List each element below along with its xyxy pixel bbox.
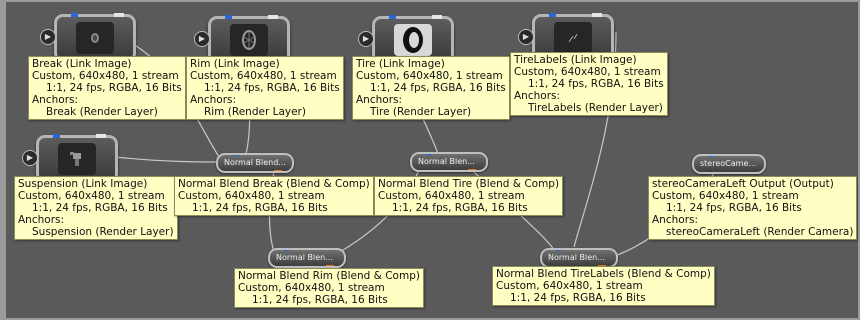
- play-icon[interactable]: ▶: [358, 31, 374, 47]
- play-icon[interactable]: ▶: [194, 31, 210, 47]
- label-anchors: Anchors:: [18, 214, 65, 226]
- label-title: Normal Blend Tire (Blend & Comp): [378, 178, 560, 190]
- label-anchors: Anchors:: [32, 94, 79, 106]
- label-title: Normal Blend Rim (Blend & Comp): [238, 270, 420, 282]
- node-handle[interactable]: [96, 134, 106, 138]
- label-line: Custom, 640x480, 1 stream: [652, 190, 799, 202]
- label-line: 1:1, 24 fps, RGBA, 16 Bits: [204, 82, 340, 94]
- label-line: Custom, 640x480, 1 stream: [32, 70, 179, 82]
- label-line: 1:1, 24 fps, RGBA, 16 Bits: [370, 82, 506, 94]
- output-port[interactable]: [468, 169, 476, 170]
- tirelabels-info-label: TireLabels (Link Image) Custom, 640x480,…: [510, 52, 668, 116]
- suspension-thumbnail-icon: [58, 143, 96, 175]
- rim-thumbnail-icon: [230, 24, 268, 56]
- label-line: 1:1, 24 fps, RGBA, 16 Bits: [46, 82, 182, 94]
- output-port[interactable]: [274, 170, 282, 171]
- label-title: Break (Link Image): [32, 58, 132, 70]
- blend-tirelabels-node[interactable]: Normal Blen...: [540, 248, 618, 268]
- blend-break-node[interactable]: Normal Blend...: [216, 153, 294, 173]
- blend-tire-node[interactable]: Normal Blen...: [410, 152, 488, 172]
- label-anchor: stereoCameraLeft (Render Camera): [666, 226, 854, 238]
- label-anchors: Anchors:: [514, 90, 561, 102]
- break-info-label: Break (Link Image) Custom, 640x480, 1 st…: [28, 56, 186, 120]
- input-port[interactable]: [284, 250, 290, 251]
- node-handle[interactable]: [114, 13, 124, 17]
- blend-tirelabels-pill-label: Normal Blen...: [548, 253, 605, 262]
- label-line: 1:1, 24 fps, RGBA, 16 Bits: [528, 78, 664, 90]
- play-icon[interactable]: ▶: [40, 29, 56, 45]
- label-line: Custom, 640x480, 1 stream: [378, 190, 525, 202]
- node-handle[interactable]: [432, 15, 442, 19]
- output-port[interactable]: [389, 15, 396, 19]
- output-port[interactable]: [71, 13, 78, 17]
- label-line: 1:1, 24 fps, RGBA, 16 Bits: [392, 202, 528, 214]
- blend-tire-pill-label: Normal Blen...: [418, 157, 475, 166]
- label-anchor: Rim (Render Layer): [204, 106, 306, 118]
- play-icon[interactable]: ▶: [518, 29, 534, 45]
- node-graph-canvas[interactable]: ▶ ▶ ▶ ▶ ▶ Normal Blend... Normal Blen...…: [6, 2, 858, 318]
- output-node[interactable]: stereoCame...: [692, 154, 766, 174]
- label-title: Tire (Link Image): [356, 58, 445, 70]
- label-line: Custom, 640x480, 1 stream: [238, 282, 385, 294]
- blend-tirelabels-info-label: Normal Blend TireLabels (Blend & Comp) C…: [492, 266, 715, 306]
- input-port[interactable]: [232, 155, 238, 156]
- label-title: Rim (Link Image): [190, 58, 280, 70]
- label-line: 1:1, 24 fps, RGBA, 16 Bits: [666, 202, 802, 214]
- output-port[interactable]: [549, 13, 556, 17]
- blend-rim-info-label: Normal Blend Rim (Blend & Comp) Custom, …: [234, 268, 424, 308]
- label-title: Normal Blend Break (Blend & Comp): [178, 178, 370, 190]
- node-handle[interactable]: [268, 15, 278, 19]
- node-handle[interactable]: [592, 13, 602, 17]
- label-line: 1:1, 24 fps, RGBA, 16 Bits: [192, 202, 328, 214]
- play-icon[interactable]: ▶: [22, 150, 38, 166]
- input-port[interactable]: [556, 250, 562, 251]
- output-port[interactable]: [225, 15, 232, 19]
- input-port[interactable]: [426, 154, 432, 155]
- rim-info-label: Rim (Link Image) Custom, 640x480, 1 stre…: [186, 56, 344, 120]
- label-anchor: Tire (Render Layer): [370, 106, 472, 118]
- blend-tire-info-label: Normal Blend Tire (Blend & Comp) Custom,…: [374, 176, 564, 216]
- tire-thumbnail-icon: [394, 24, 432, 56]
- brake-thumbnail-icon: [76, 22, 114, 54]
- output-pill-label: stereoCame...: [700, 159, 756, 168]
- label-anchor: Suspension (Render Layer): [32, 226, 174, 238]
- label-anchor: TireLabels (Render Layer): [528, 102, 663, 114]
- label-line: Custom, 640x480, 1 stream: [18, 190, 165, 202]
- blend-rim-node[interactable]: Normal Blen...: [268, 248, 346, 268]
- label-title: TireLabels (Link Image): [514, 54, 637, 66]
- label-line: 1:1, 24 fps, RGBA, 16 Bits: [510, 292, 646, 304]
- label-line: 1:1, 24 fps, RGBA, 16 Bits: [32, 202, 168, 214]
- label-line: Custom, 640x480, 1 stream: [356, 70, 503, 82]
- wire-suspension-to-blend: [113, 156, 221, 163]
- label-title: Normal Blend TireLabels (Blend & Comp): [496, 268, 711, 280]
- output-info-label: stereoCameraLeft Output (Output) Custom,…: [648, 176, 858, 240]
- input-port[interactable]: [708, 156, 714, 157]
- label-title: Suspension (Link Image): [18, 178, 148, 190]
- label-line: Custom, 640x480, 1 stream: [514, 66, 661, 78]
- label-line: Custom, 640x480, 1 stream: [190, 70, 337, 82]
- label-line: Custom, 640x480, 1 stream: [496, 280, 643, 292]
- tire-info-label: Tire (Link Image) Custom, 640x480, 1 str…: [352, 56, 510, 120]
- blend-break-info-label: Normal Blend Break (Blend & Comp) Custom…: [174, 176, 374, 216]
- label-line: 1:1, 24 fps, RGBA, 16 Bits: [252, 294, 388, 306]
- label-anchors: Anchors:: [190, 94, 237, 106]
- label-line: Custom, 640x480, 1 stream: [178, 190, 325, 202]
- break-image-node[interactable]: ▶: [40, 13, 136, 62]
- label-title: stereoCameraLeft Output (Output): [652, 178, 834, 190]
- output-port[interactable]: [53, 134, 60, 138]
- label-anchors: Anchors:: [356, 94, 403, 106]
- blend-rim-pill-label: Normal Blen...: [276, 253, 333, 262]
- blend-break-pill-label: Normal Blend...: [224, 158, 286, 167]
- tirelabels-thumbnail-icon: [554, 22, 592, 54]
- suspension-info-label: Suspension (Link Image) Custom, 640x480,…: [14, 176, 178, 240]
- label-anchors: Anchors:: [652, 214, 699, 226]
- label-anchor: Break (Render Layer): [46, 106, 158, 118]
